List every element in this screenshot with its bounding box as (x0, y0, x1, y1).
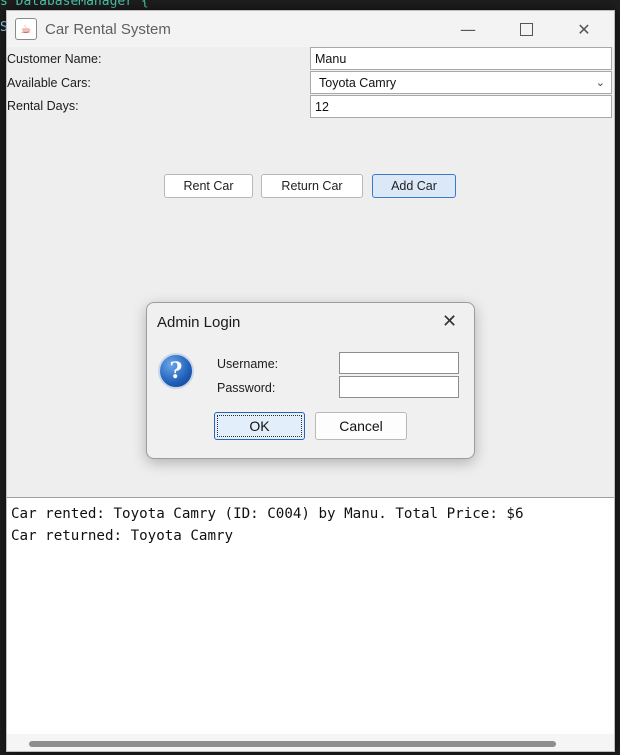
minimize-button[interactable]: — (439, 11, 497, 47)
rental-days-label: Rental Days: (7, 99, 79, 113)
output-log[interactable]: Car rented: Toyota Camry (ID: C004) by M… (7, 497, 614, 751)
rent-car-button[interactable]: Rent Car (164, 174, 253, 198)
background-code: s DatabaseManager { (0, 0, 149, 9)
scrollbar-thumb[interactable] (29, 741, 556, 747)
chevron-down-icon: ⌄ (595, 77, 605, 89)
username-input[interactable] (339, 352, 459, 374)
available-cars-combo[interactable]: Toyota Camry ⌄ (310, 71, 612, 94)
rental-days-value: 12 (315, 99, 329, 114)
log-line: Car rented: Toyota Camry (ID: C004) by M… (11, 506, 524, 522)
cancel-button[interactable]: Cancel (315, 412, 407, 440)
log-line: Car returned: Toyota Camry (11, 528, 234, 544)
java-icon: ☕ (15, 18, 37, 40)
return-car-button[interactable]: Return Car (261, 174, 363, 198)
dialog-close-icon[interactable]: ✕ (442, 311, 457, 332)
password-label: Password: (217, 381, 276, 395)
window-title: Car Rental System (45, 20, 171, 38)
question-icon: ? (158, 353, 194, 389)
available-cars-selected: Toyota Camry (319, 75, 397, 90)
username-label: Username: (217, 357, 279, 371)
rental-days-input[interactable]: 12 (310, 95, 612, 118)
available-cars-label: Available Cars: (7, 76, 91, 90)
add-car-button[interactable]: Add Car (372, 174, 456, 198)
customer-name-label: Customer Name: (7, 52, 102, 66)
close-button[interactable]: ✕ (555, 11, 613, 47)
customer-name-value: Manu (315, 51, 347, 66)
close-icon: ✕ (577, 19, 591, 39)
admin-login-dialog: Admin Login ✕ ? Username: Password: OK C… (146, 302, 475, 459)
title-bar[interactable]: ☕ Car Rental System — ✕ (7, 11, 614, 47)
maximize-icon (519, 22, 533, 36)
ok-button[interactable]: OK (214, 412, 305, 440)
maximize-button[interactable] (497, 11, 555, 47)
password-input[interactable] (339, 376, 459, 398)
dialog-title: Admin Login (157, 314, 241, 331)
minimize-icon: — (460, 19, 476, 39)
horizontal-scrollbar[interactable] (7, 734, 614, 751)
customer-name-input[interactable]: Manu (310, 47, 612, 70)
